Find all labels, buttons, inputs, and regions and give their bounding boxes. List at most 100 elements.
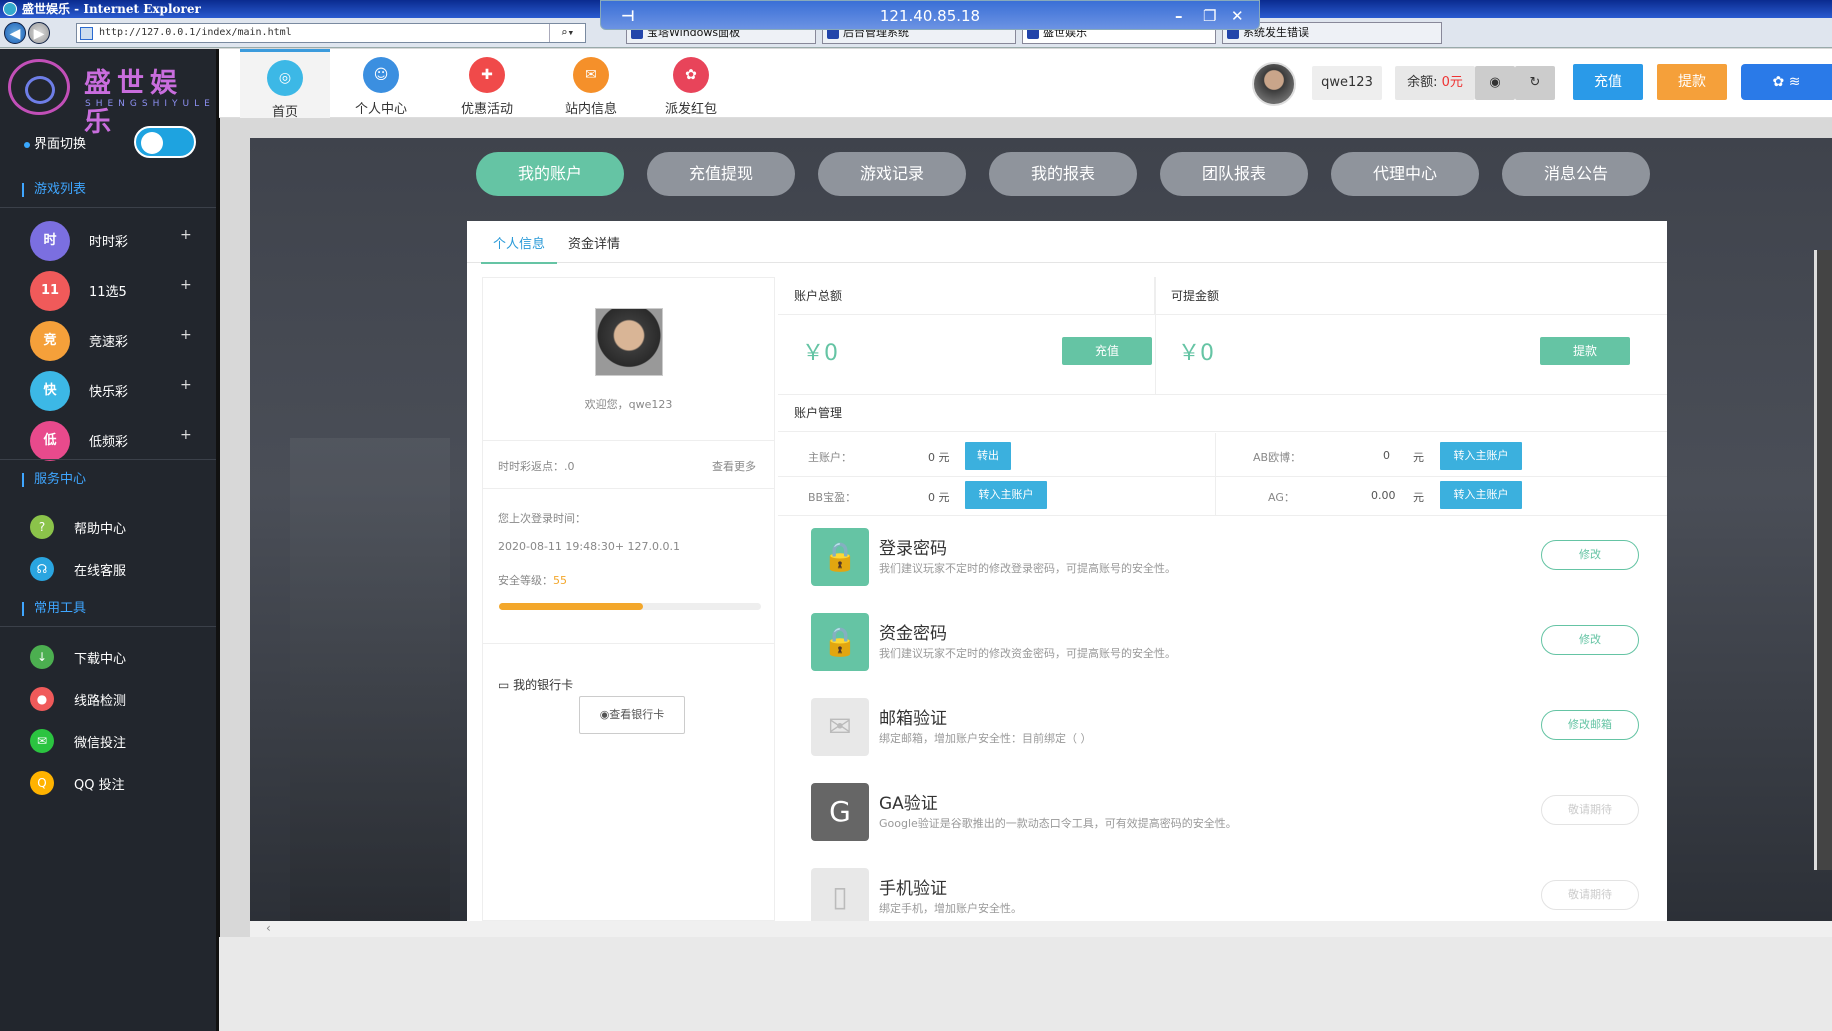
divider: [483, 440, 774, 441]
security-item: 🔒 登录密码 我们建议玩家不定时的修改登录密码，可提高账号的安全性。 修改: [811, 528, 1671, 598]
game-icon: 竞: [30, 321, 70, 361]
back-arrow-icon[interactable]: ◀: [4, 22, 26, 44]
sidebar-tool-item[interactable]: ● 线路检测: [0, 678, 219, 718]
ag-transfer-in-button[interactable]: 转入主账户: [1440, 481, 1522, 509]
tool-label: 下载中心: [74, 652, 127, 667]
page-bottom: [219, 937, 1832, 1031]
ie-logo-icon: [3, 2, 17, 16]
top-nav-item[interactable]: ✿ 派发红包: [646, 49, 736, 118]
sidebar-game-item[interactable]: 低 低频彩 +: [0, 415, 219, 465]
withdrawable-withdraw-button[interactable]: 提款: [1540, 337, 1630, 365]
top-nav-item[interactable]: ✉ 站内信息: [546, 49, 636, 118]
service-icon: ☊: [30, 557, 54, 581]
subnav-button[interactable]: 团队报表: [1160, 152, 1308, 196]
scroll-left-icon[interactable]: ‹: [266, 921, 271, 935]
bb-account-value: 0 元: [928, 491, 950, 504]
balance-display: 余额: 0元: [1395, 66, 1475, 100]
subnav-button[interactable]: 充值提现: [647, 152, 795, 196]
security-item: 🔒 资金密码 我们建议玩家不定时的修改资金密码，可提高账号的安全性。 修改: [811, 613, 1671, 683]
security-item-desc: 绑定邮箱，增加账户安全性：目前绑定（ ）: [879, 732, 1092, 745]
top-nav-item[interactable]: ✚ 优惠活动: [442, 49, 532, 118]
top-nav-item[interactable]: ◎ 首页: [240, 49, 330, 120]
floating-service-icon[interactable]: ✿ ≋: [1741, 64, 1832, 100]
game-label: 11选5: [89, 285, 127, 300]
rebate-text: 时时彩返点：.0: [498, 460, 575, 473]
forward-arrow-icon[interactable]: ▶: [28, 22, 50, 44]
security-item-desc: Google验证是谷歌推出的一款动态口令工具，可有效提高密码的安全性。: [879, 817, 1237, 830]
sidebar-scrollbar[interactable]: [216, 49, 220, 1031]
sidebar-tool-item[interactable]: ✉ 微信投注: [0, 720, 219, 760]
subnav-button[interactable]: 我的账户: [476, 152, 624, 196]
avatar[interactable]: [1252, 62, 1296, 106]
horizontal-scrollbar[interactable]: ‹: [250, 921, 1832, 937]
tool-label: QQ 投注: [74, 778, 125, 793]
subnav-button[interactable]: 我的报表: [989, 152, 1137, 196]
subnav-button[interactable]: 游戏记录: [818, 152, 966, 196]
ab-transfer-in-button[interactable]: 转入主账户: [1440, 442, 1522, 470]
sidebar: 盛世娱乐 SHENGSHIYULE 界面切换 游戏列表 时 时时彩 +11 11选5 +…: [0, 49, 219, 1031]
ui-switch-toggle[interactable]: [134, 126, 196, 158]
view-bank-card-button[interactable]: ◉查看银行卡: [579, 696, 685, 734]
close-icon[interactable]: ✕: [1231, 1, 1244, 31]
transfer-out-button[interactable]: 转出: [965, 442, 1011, 470]
divider: [0, 207, 219, 208]
divider: [483, 643, 774, 644]
profile-photo[interactable]: [595, 308, 663, 376]
brand-logo[interactable]: 盛世娱乐 SHENGSHIYULE: [8, 55, 212, 138]
expand-plus-icon[interactable]: +: [180, 427, 192, 443]
security-item-button[interactable]: 修改邮箱: [1541, 710, 1639, 740]
sidebar-game-item[interactable]: 时 时时彩 +: [0, 215, 219, 265]
expand-plus-icon[interactable]: +: [180, 377, 192, 393]
withdraw-button[interactable]: 提款: [1657, 64, 1727, 100]
remote-desktop-bar: ⊣ 121.40.85.18 – ❐ ✕: [600, 0, 1260, 30]
game-label: 快乐彩: [89, 385, 129, 400]
game-icon: 快: [30, 371, 70, 411]
minimize-icon[interactable]: –: [1175, 1, 1183, 31]
sidebar-game-item[interactable]: 竞 竞速彩 +: [0, 315, 219, 365]
sidebar-tool-item[interactable]: Q QQ 投注: [0, 762, 219, 802]
last-login-label: 您上次登录时间：: [498, 512, 586, 525]
top-nav-label: 首页: [271, 105, 298, 120]
security-item-button[interactable]: 敬请期待: [1541, 880, 1639, 910]
withdrawable-value: ￥0: [1178, 341, 1214, 366]
tool-icon: ↓: [30, 645, 54, 669]
expand-plus-icon[interactable]: +: [180, 327, 192, 343]
recharge-button[interactable]: 充值: [1573, 64, 1643, 100]
bb-transfer-in-button[interactable]: 转入主账户: [965, 481, 1047, 509]
security-item-button[interactable]: 敬请期待: [1541, 795, 1639, 825]
ag-account-unit: 元: [1413, 491, 1424, 504]
restore-icon[interactable]: ❐: [1203, 1, 1216, 31]
sidebar-service-item[interactable]: ☊ 在线客服: [0, 548, 219, 588]
expand-plus-icon[interactable]: +: [180, 227, 192, 243]
see-more-link[interactable]: 查看更多: [712, 458, 756, 474]
game-icon: 11: [30, 271, 70, 311]
remote-ip: 121.40.85.18: [879, 7, 981, 25]
subnav-button[interactable]: 代理中心: [1331, 152, 1479, 196]
security-item-button[interactable]: 修改: [1541, 625, 1639, 655]
browser-toolbar: ◀ ▶ http://127.0.0.1/index/main.html ⌕▾ …: [0, 0, 1832, 48]
security-item-icon: ▯: [811, 868, 869, 926]
sidebar-tool-item[interactable]: ↓ 下载中心: [0, 636, 219, 676]
sidebar-service-item[interactable]: ? 帮助中心: [0, 506, 219, 546]
total-recharge-button[interactable]: 充值: [1062, 337, 1152, 365]
top-nav-label: 个人中心: [354, 102, 407, 117]
address-bar[interactable]: http://127.0.0.1/index/main.html ⌕▾: [76, 23, 586, 43]
sidebar-game-item[interactable]: 快 快乐彩 +: [0, 365, 219, 415]
security-item-button[interactable]: 修改: [1541, 540, 1639, 570]
expand-plus-icon[interactable]: +: [180, 277, 192, 293]
browser-title: 盛世娱乐 - Internet Explorer: [22, 2, 201, 16]
game-icon: 时: [30, 221, 70, 261]
tab-funds-detail[interactable]: 资金详情: [568, 233, 620, 252]
eye-icon[interactable]: ◉: [1475, 66, 1515, 100]
subnav-button[interactable]: 消息公告: [1502, 152, 1650, 196]
service-icon: ?: [30, 515, 54, 539]
security-item-icon: ✉: [811, 698, 869, 756]
pin-icon[interactable]: ⊣: [621, 1, 635, 31]
refresh-icon[interactable]: ↻: [1515, 66, 1555, 100]
sidebar-game-item[interactable]: 11 11选5 +: [0, 265, 219, 315]
top-nav-label: 派发红包: [664, 102, 717, 117]
tab-personal-info[interactable]: 个人信息: [481, 233, 558, 264]
top-nav-item[interactable]: ☺ 个人中心: [336, 49, 426, 118]
game-icon: 低: [30, 421, 70, 461]
search-dropdown-icon[interactable]: ⌕▾: [549, 24, 585, 42]
